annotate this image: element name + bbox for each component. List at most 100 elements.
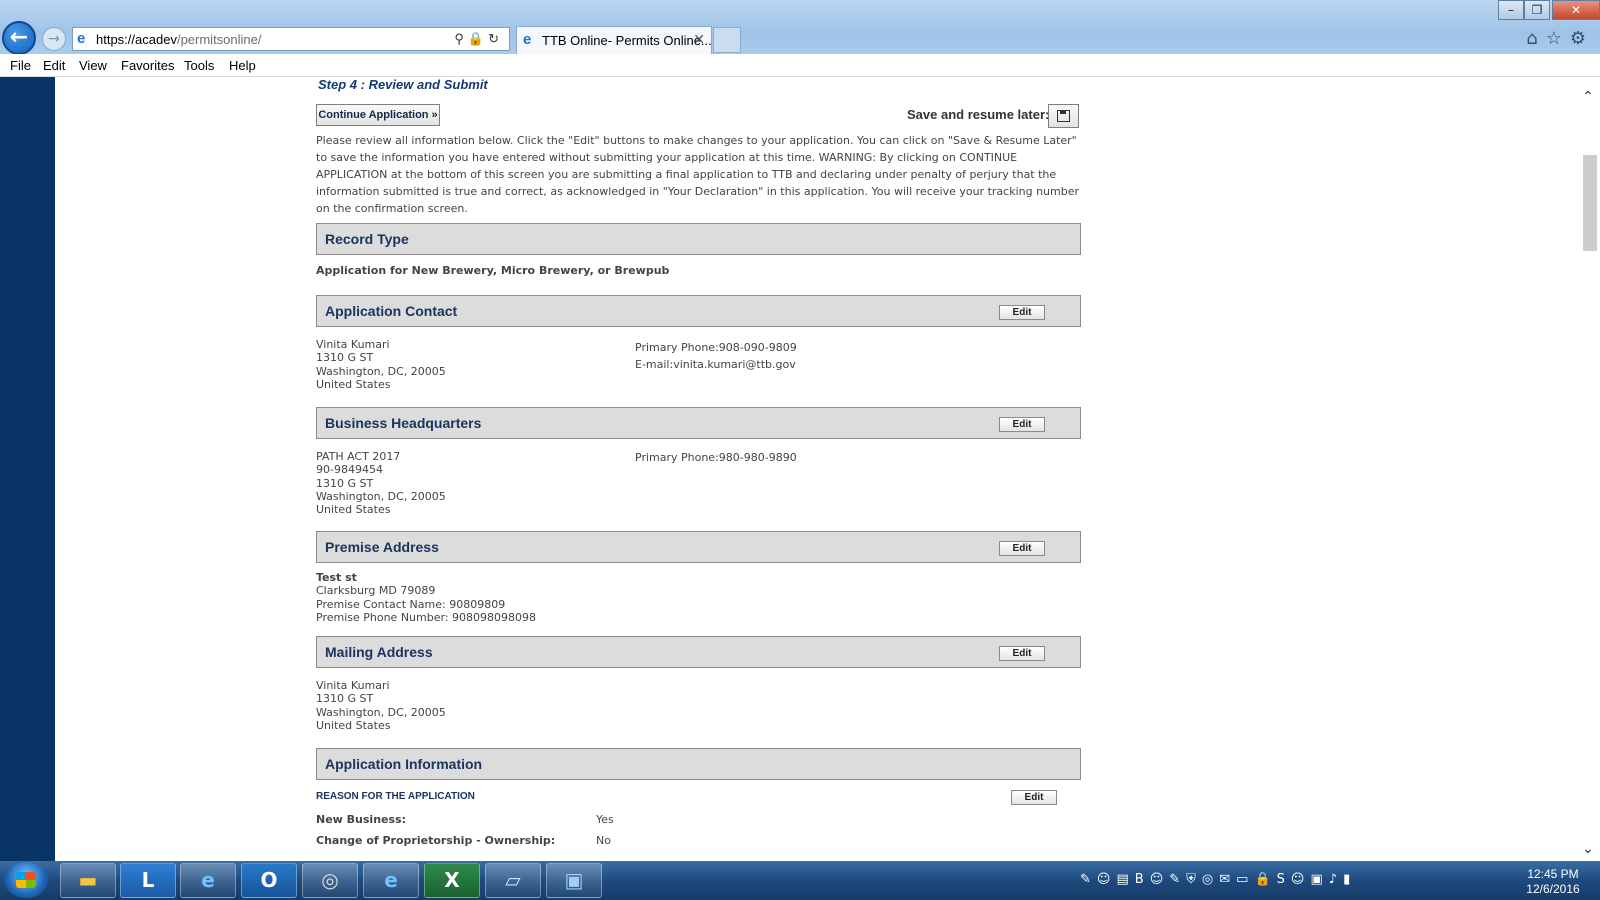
menu-favorites[interactable]: Favorites	[121, 58, 174, 73]
signal-icon[interactable]: ▮	[1343, 872, 1356, 887]
row-label-change-proprietorship: Change of Proprietorship - Ownership:	[316, 834, 556, 847]
new-tab-button[interactable]	[713, 27, 741, 53]
back-button[interactable]: ←	[2, 21, 36, 55]
shield-icon[interactable]: ⛨	[1186, 872, 1202, 887]
lync-icon[interactable]: L	[120, 863, 176, 898]
speaker-icon[interactable]: ♪	[1329, 872, 1343, 887]
minimize-button[interactable]: –	[1498, 0, 1524, 20]
edit-business-headquarters-button[interactable]: Edit	[999, 417, 1045, 432]
image-viewer-icon[interactable]: ▣	[546, 863, 602, 898]
address-bar[interactable]: e https://acadev/permitsonline/ ⚲🔒↻	[72, 27, 510, 51]
search-icon[interactable]: ⚲	[454, 31, 468, 46]
clock-date: 12/6/2016	[1526, 882, 1580, 896]
application-contact-info: Primary Phone:908-090-9809 E-mail:vinita…	[635, 339, 797, 373]
tray-icon-2[interactable]: ☺	[1097, 872, 1117, 887]
tray-icon-4[interactable]: B	[1135, 872, 1150, 887]
row-value-change-proprietorship: No	[596, 834, 611, 847]
tray-icon-1[interactable]: ✎	[1080, 872, 1097, 887]
internet-explorer-2-icon[interactable]: e	[363, 863, 419, 898]
edit-application-contact-button[interactable]: Edit	[999, 305, 1045, 320]
premise-address-details: Test st Clarksburg MD 79089 Premise Cont…	[316, 571, 537, 624]
ie-page-icon: e	[77, 30, 86, 47]
reason-heading: REASON FOR THE APPLICATION	[316, 791, 475, 802]
refresh-icon[interactable]: ↻	[488, 31, 503, 46]
notepad-icon[interactable]: ▱	[485, 863, 541, 898]
gear-icon[interactable]: ⚙	[1570, 28, 1594, 49]
scroll-thumb[interactable]	[1583, 155, 1597, 251]
file-explorer-icon[interactable]: ▬	[60, 863, 116, 898]
menu-help[interactable]: Help	[229, 58, 256, 73]
row-label-new-business: New Business:	[316, 813, 406, 826]
business-headquarters-address: PATH ACT 2017 90-9849454 1310 G ST Washi…	[316, 450, 446, 517]
section-title: Premise Address	[325, 539, 439, 555]
ie-tab-icon: e	[523, 31, 532, 48]
home-icon[interactable]: ⌂	[1526, 28, 1545, 49]
close-window-button[interactable]: ✕	[1552, 0, 1600, 20]
menu-bar: File Edit View Favorites Tools Help	[0, 54, 1600, 77]
contact-phone: Primary Phone:908-090-9809	[635, 341, 797, 354]
row-value-new-business: Yes	[596, 813, 614, 826]
tray-icon-14[interactable]: ▣	[1310, 872, 1328, 887]
scroll-up-icon[interactable]: ⌃	[1582, 89, 1594, 105]
section-mailing-address: Mailing Address Edit	[316, 636, 1081, 668]
windows-logo-icon	[16, 872, 36, 888]
address-tools: ⚲🔒↻	[454, 31, 503, 47]
url-text[interactable]: https://acadev/permitsonline/	[96, 32, 262, 47]
continue-application-button[interactable]: Continue Application »	[316, 104, 440, 126]
edit-application-information-button[interactable]: Edit	[1011, 790, 1057, 805]
chrome-like-icon[interactable]: ◎	[302, 863, 358, 898]
mailing-address-details: Vinita Kumari 1310 G ST Washington, DC, …	[316, 679, 446, 732]
lock-icon[interactable]: 🔒	[468, 31, 488, 46]
section-application-contact: Application Contact Edit	[316, 295, 1081, 327]
record-type-value: Application for New Brewery, Micro Brewe…	[316, 264, 670, 277]
section-application-information: Application Information	[316, 748, 1081, 780]
page-content: Step 4 : Review and Submit Continue Appl…	[55, 77, 1580, 861]
section-title: Mailing Address	[325, 644, 433, 660]
vertical-scrollbar[interactable]: ⌃ ⌄	[1580, 77, 1600, 861]
browser-titlebar: ← → e https://acadev/permitsonline/ ⚲🔒↻ …	[0, 0, 1600, 55]
tab-ttb-online[interactable]: e TTB Online- Permits Online... ✕	[516, 26, 712, 54]
tray-icon-6[interactable]: ✎	[1169, 872, 1186, 887]
tray-icon-8[interactable]: ◎	[1202, 872, 1219, 887]
save-resume-button[interactable]	[1048, 104, 1079, 128]
system-clock[interactable]: 12:45 PM 12/6/2016	[1520, 867, 1586, 897]
windows-taskbar: ▬ L e O ◎ e X ▱ ▣ ✎☺▤B☺✎⛨◎✉▭🔒S☺▣♪▮ 12:45…	[0, 861, 1600, 900]
save-resume-label: Save and resume later:	[907, 107, 1050, 122]
excel-icon[interactable]: X	[424, 863, 480, 898]
system-tray: ✎☺▤B☺✎⛨◎✉▭🔒S☺▣♪▮	[1080, 872, 1356, 887]
tray-icon-13[interactable]: ☺	[1291, 872, 1311, 887]
edit-premise-address-button[interactable]: Edit	[999, 541, 1045, 556]
instructions-text: Please review all information below. Cli…	[316, 134, 1080, 215]
mail-icon[interactable]: ✉	[1219, 872, 1236, 887]
clock-time: 12:45 PM	[1527, 867, 1579, 881]
tray-icon-10[interactable]: ▭	[1236, 872, 1254, 887]
tray-icon-3[interactable]: ▤	[1116, 872, 1134, 887]
menu-file[interactable]: File	[10, 58, 31, 73]
internet-explorer-icon[interactable]: e	[180, 863, 236, 898]
section-title: Application Contact	[325, 303, 458, 319]
application-contact-address: Vinita Kumari 1310 G ST Washington, DC, …	[316, 338, 446, 391]
favorites-star-icon[interactable]: ☆	[1546, 28, 1570, 49]
tray-icon-5[interactable]: ☺	[1150, 872, 1170, 887]
premise-street: Test st	[316, 571, 357, 584]
maximize-button[interactable]: ❐	[1524, 0, 1550, 20]
menu-view[interactable]: View	[79, 58, 107, 73]
section-title: Business Headquarters	[325, 415, 482, 431]
lock-tray-icon[interactable]: 🔒	[1254, 872, 1276, 887]
left-navy-strip	[0, 77, 55, 861]
edit-mailing-address-button[interactable]: Edit	[999, 646, 1045, 661]
scroll-down-icon[interactable]: ⌄	[1582, 841, 1594, 857]
outlook-icon[interactable]: O	[241, 863, 297, 898]
browser-toolbar-icons: ⌂☆⚙	[1526, 28, 1594, 49]
section-title: Application Information	[325, 756, 483, 772]
menu-edit[interactable]: Edit	[43, 58, 65, 73]
start-button[interactable]	[4, 862, 48, 898]
menu-tools[interactable]: Tools	[184, 58, 214, 73]
skype-icon[interactable]: S	[1277, 872, 1291, 887]
section-record-type: Record Type	[316, 223, 1081, 255]
page-title: Step 4 : Review and Submit	[318, 77, 488, 92]
contact-email: E-mail:vinita.kumari@ttb.gov	[635, 358, 796, 371]
section-business-headquarters: Business Headquarters Edit	[316, 407, 1081, 439]
forward-button[interactable]: →	[42, 27, 66, 51]
close-tab-icon[interactable]: ✕	[693, 31, 705, 48]
